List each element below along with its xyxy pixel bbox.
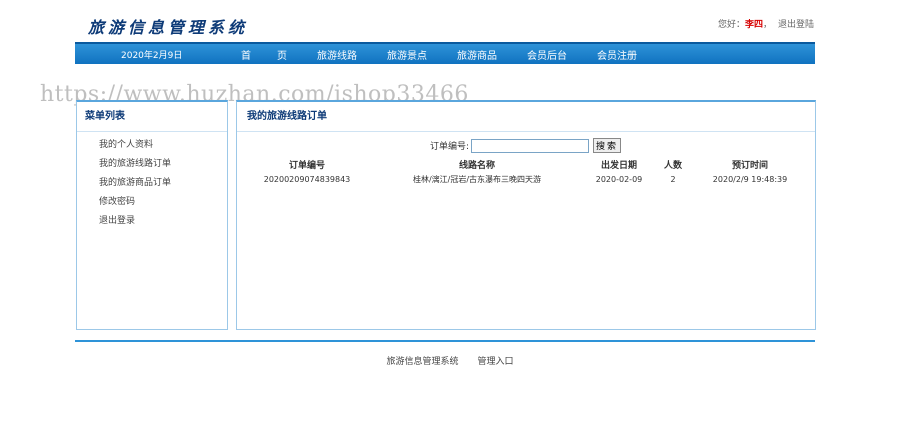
nav-item-register[interactable]: 会员注册 <box>597 47 637 62</box>
orders-table: 订单编号 线路名称 出发日期 人数 预订时间 20200209074839843… <box>243 157 809 187</box>
sidebar-menu: 菜单列表 我的个人资料 我的旅游线路订单 我的旅游商品订单 修改密码 退出登录 <box>76 100 228 330</box>
user-greeting-bar: 您好：李四， 退出登陆 <box>718 17 814 30</box>
search-button[interactable]: 搜索 <box>593 138 622 153</box>
order-search: 订单编号: 搜索 <box>430 138 622 153</box>
cell-booking-time: 2020/2/9 19:48:39 <box>712 175 788 184</box>
nav-item-home[interactable]: 首 页 <box>241 47 295 62</box>
cell-route-name: 桂林/漓江/冠岩/古东瀑布三晚四天游 <box>412 175 542 184</box>
footer-link-site[interactable]: 旅游信息管理系统 <box>387 357 459 367</box>
page-title: 我的旅游线路订单 <box>237 102 815 132</box>
order-number-label: 订单编号: <box>430 142 470 152</box>
sidebar-item-route-orders[interactable]: 我的旅游线路订单 <box>99 155 227 174</box>
nav-item-routes[interactable]: 旅游线路 <box>317 47 357 62</box>
site-logo: 旅游信息管理系统 <box>88 18 249 37</box>
nav-item-member-center[interactable]: 会员后台 <box>527 47 567 62</box>
greeting-label: 您好： <box>717 20 745 30</box>
logout-link[interactable]: 退出登陆 <box>778 20 814 30</box>
sidebar-item-change-password[interactable]: 修改密码 <box>99 193 227 212</box>
footer-divider <box>75 340 815 342</box>
sidebar-list: 我的个人资料 我的旅游线路订单 我的旅游商品订单 修改密码 退出登录 <box>77 132 227 231</box>
sidebar-title: 菜单列表 <box>77 102 227 132</box>
greeting-separator: ， <box>762 20 772 30</box>
col-header-booking-time: 预订时间 <box>731 161 768 171</box>
nav-menu: 首 页 旅游线路 旅游景点 旅游商品 会员后台 会员注册 <box>241 47 667 62</box>
main-panel: 我的旅游线路订单 订单编号: 搜索 订单编号 线路名称 出发日期 人数 预订时间… <box>236 100 816 330</box>
col-header-people: 人数 <box>663 161 682 171</box>
order-number-input[interactable] <box>471 138 590 153</box>
cell-departure-date: 2020-02-09 <box>595 175 643 184</box>
footer: 旅游信息管理系统 管理入口 <box>0 354 900 367</box>
sidebar-item-profile[interactable]: 我的个人资料 <box>99 136 227 155</box>
nav-item-attractions[interactable]: 旅游景点 <box>387 47 427 62</box>
main-navbar: 2020年2月9日 首 页 旅游线路 旅游景点 旅游商品 会员后台 会员注册 <box>75 42 815 64</box>
cell-people: 2 <box>670 175 676 184</box>
cell-order-number: 20200209074839843 <box>263 175 351 184</box>
col-header-departure-date: 出发日期 <box>600 161 637 171</box>
col-header-order-number: 订单编号 <box>288 161 325 171</box>
username: 李四 <box>744 20 763 30</box>
col-header-route-name: 线路名称 <box>458 161 495 171</box>
nav-item-products[interactable]: 旅游商品 <box>457 47 497 62</box>
current-date: 2020年2月9日 <box>121 51 183 61</box>
footer-link-admin[interactable]: 管理入口 <box>477 357 513 367</box>
sidebar-item-product-orders[interactable]: 我的旅游商品订单 <box>99 174 227 193</box>
table-row: 20200209074839843 桂林/漓江/冠岩/古东瀑布三晚四天游 202… <box>243 172 809 187</box>
table-header-row: 订单编号 线路名称 出发日期 人数 预订时间 <box>243 157 809 172</box>
sidebar-item-logout[interactable]: 退出登录 <box>99 212 227 231</box>
